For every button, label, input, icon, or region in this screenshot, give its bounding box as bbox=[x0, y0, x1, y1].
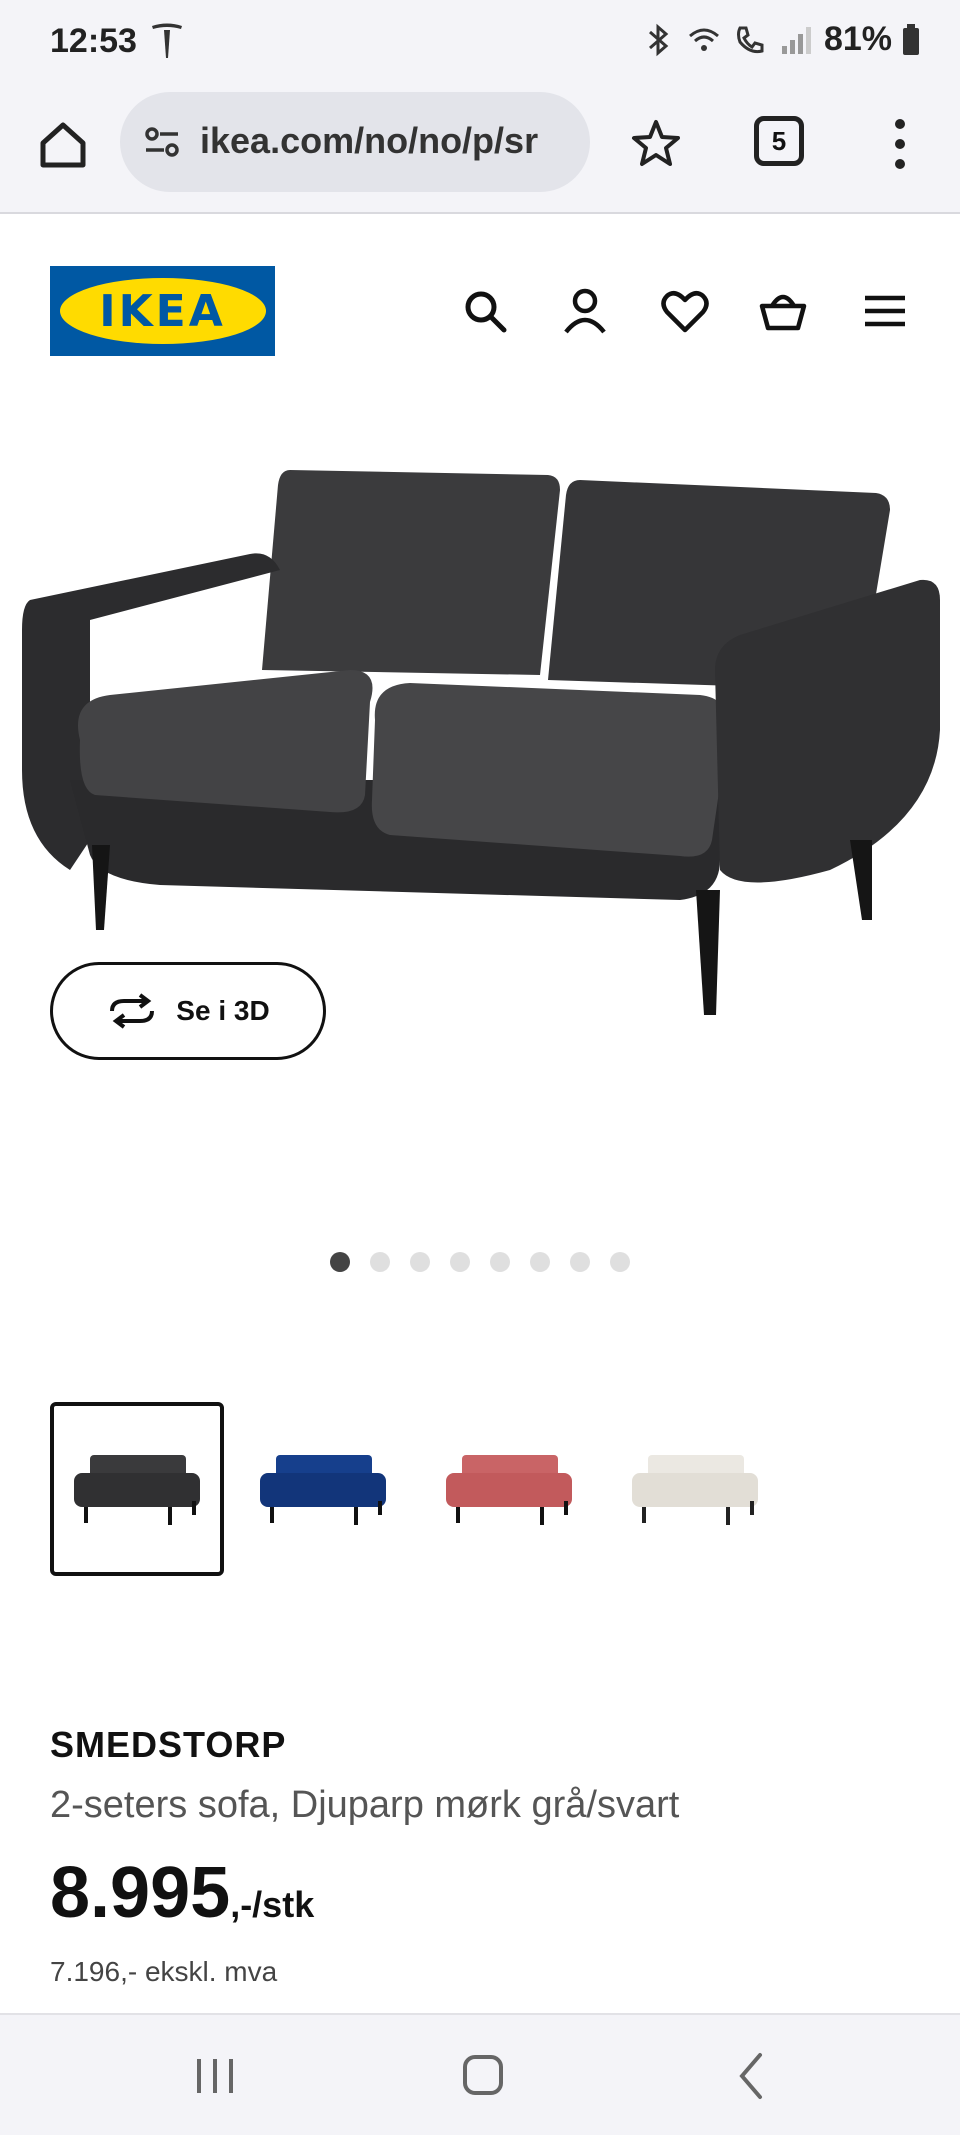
status-icons: 81% bbox=[640, 20, 920, 59]
home-icon bbox=[40, 122, 86, 168]
battery-percent: 81% bbox=[823, 20, 892, 58]
recent-apps-icon[interactable] bbox=[185, 2049, 245, 2103]
product-price: 8.995 ,-/stk bbox=[50, 1852, 314, 1934]
site-settings-icon[interactable] bbox=[142, 122, 182, 162]
search-icon[interactable] bbox=[460, 286, 510, 336]
logo-ellipse: IKEA bbox=[59, 278, 266, 344]
wifi-icon bbox=[688, 28, 719, 51]
variant-dark-grey[interactable] bbox=[50, 1402, 224, 1576]
view-3d-label: Se i 3D bbox=[176, 995, 270, 1026]
pagination-dot[interactable] bbox=[570, 1252, 590, 1272]
product-description: 2-seters sofa, Djuparp mørk grå/svart bbox=[50, 1784, 680, 1826]
rotate-3d-icon bbox=[110, 993, 155, 1029]
pagination-dot[interactable] bbox=[370, 1252, 390, 1272]
pagination-dot[interactable] bbox=[530, 1252, 550, 1272]
product-image-sofa[interactable] bbox=[0, 440, 960, 1040]
price-excl-vat: 7.196,- ekskl. mva bbox=[50, 1956, 278, 1987]
tesla-icon bbox=[152, 23, 182, 58]
more-menu-icon[interactable] bbox=[880, 116, 920, 172]
home-button[interactable] bbox=[32, 114, 94, 176]
system-nav-bar bbox=[0, 2013, 960, 2135]
home-nav-icon[interactable] bbox=[453, 2049, 513, 2103]
shopping-bag-icon[interactable] bbox=[758, 286, 808, 336]
sofa-thumbnail-dark-grey bbox=[74, 1455, 200, 1525]
back-nav-icon[interactable] bbox=[722, 2049, 782, 2103]
status-time: 12:53 bbox=[50, 22, 137, 60]
bookmark-star-icon[interactable] bbox=[628, 116, 684, 172]
hamburger-menu-icon[interactable] bbox=[860, 286, 910, 336]
pagination-dot[interactable] bbox=[410, 1252, 430, 1272]
status-bar: 12:53 81% bbox=[0, 0, 960, 90]
price-integer: 8.995 bbox=[50, 1853, 231, 1933]
sofa-thumbnail-red bbox=[446, 1455, 572, 1525]
variant-red[interactable] bbox=[422, 1402, 596, 1576]
sofa-thumbnail-beige bbox=[632, 1455, 758, 1525]
price-suffix: ,-/stk bbox=[230, 1884, 315, 1925]
bluetooth-icon bbox=[648, 23, 669, 56]
address-bar[interactable]: ikea.com/no/no/p/sr bbox=[120, 92, 590, 192]
tab-count: 5 bbox=[771, 125, 787, 156]
wifi-call-icon bbox=[736, 26, 764, 53]
pagination-dot[interactable] bbox=[450, 1252, 470, 1272]
view-3d-button[interactable]: Se i 3D bbox=[50, 962, 326, 1060]
pagination-dot[interactable] bbox=[330, 1252, 350, 1272]
image-pagination bbox=[330, 1252, 630, 1272]
pagination-dot[interactable] bbox=[490, 1252, 510, 1272]
variant-beige[interactable] bbox=[608, 1402, 782, 1576]
pagination-dot[interactable] bbox=[610, 1252, 630, 1272]
logo-text: IKEA bbox=[99, 285, 226, 337]
ikea-logo[interactable]: IKEA bbox=[50, 266, 275, 356]
battery-icon bbox=[903, 23, 919, 55]
heart-icon[interactable] bbox=[660, 286, 710, 336]
product-name: SMEDSTORP bbox=[50, 1724, 287, 1765]
sofa-thumbnail-blue bbox=[260, 1455, 386, 1525]
profile-icon[interactable] bbox=[560, 286, 610, 336]
browser-toolbar: ikea.com/no/no/p/sr 5 bbox=[0, 90, 960, 214]
url-text[interactable]: ikea.com/no/no/p/sr bbox=[200, 120, 580, 162]
signal-icon bbox=[781, 26, 811, 54]
variant-blue[interactable] bbox=[236, 1402, 410, 1576]
tab-switcher-button[interactable]: 5 bbox=[754, 116, 804, 166]
